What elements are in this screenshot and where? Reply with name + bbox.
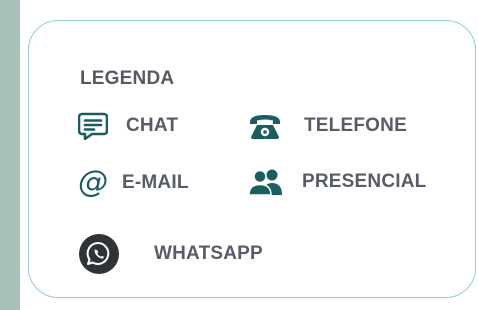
legend-title: LEGENDA <box>80 68 175 89</box>
telephone-icon <box>248 112 282 140</box>
chat-icon <box>78 112 108 140</box>
legend-item-email: @ E-MAIL <box>78 168 189 198</box>
legend-item-whatsapp: WHATSAPP <box>78 233 263 275</box>
legend-label-presencial: PRESENCIAL <box>302 171 427 192</box>
legend-label-email: E-MAIL <box>122 172 189 193</box>
people-icon <box>248 168 284 196</box>
legend-label-chat: CHAT <box>126 115 179 136</box>
legend-item-presencial: PRESENCIAL <box>248 168 426 196</box>
whatsapp-icon <box>78 233 120 275</box>
legend-item-telefone: TELEFONE <box>248 112 407 140</box>
legend-item-chat: CHAT <box>78 112 178 140</box>
legend-label-telefone: TELEFONE <box>304 115 407 136</box>
legend-label-whatsapp: WHATSAPP <box>154 243 263 264</box>
at-sign-icon: @ <box>78 165 108 200</box>
